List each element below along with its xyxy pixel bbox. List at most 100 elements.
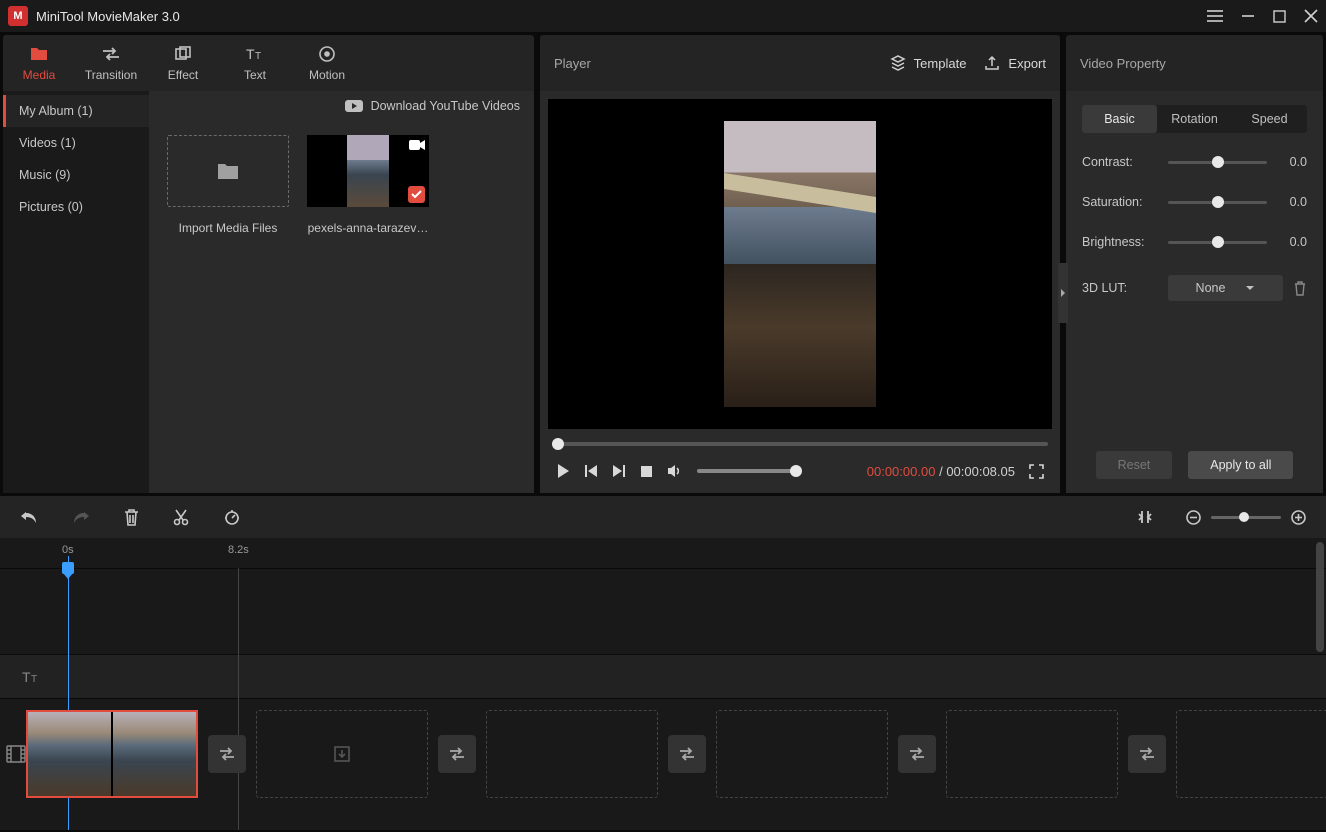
timeline-clip[interactable] [26, 710, 198, 798]
contrast-row: Contrast: 0.0 [1082, 155, 1307, 169]
cut-button[interactable] [173, 509, 189, 526]
export-icon [984, 55, 1000, 71]
video-property-panel: Video Property Basic Rotation Speed Cont… [1066, 35, 1323, 493]
tab-rotation[interactable]: Rotation [1157, 105, 1232, 133]
volume-icon[interactable] [667, 464, 683, 478]
empty-clip-slot[interactable] [486, 710, 658, 798]
text-track-icon: TT [22, 669, 40, 685]
app-logo: M [8, 6, 28, 26]
sidebar-item-pictures[interactable]: Pictures (0) [3, 191, 149, 223]
timeline-toolbar [0, 496, 1326, 538]
undo-button[interactable] [20, 510, 38, 524]
sidebar-item-myalbum[interactable]: My Album (1) [3, 95, 149, 127]
stop-button[interactable] [640, 465, 653, 478]
import-media-card[interactable]: Import Media Files [167, 135, 289, 235]
lut-row: 3D LUT: None [1082, 275, 1307, 301]
check-icon [408, 186, 425, 203]
sidebar-item-videos[interactable]: Videos (1) [3, 127, 149, 159]
close-icon[interactable] [1304, 9, 1318, 23]
video-track-icon [6, 745, 26, 763]
add-clip-icon [333, 745, 351, 763]
brightness-slider[interactable] [1168, 241, 1267, 244]
svg-text:T: T [31, 674, 37, 685]
media-panel: Media Transition Effect TT Text Motion M… [3, 35, 534, 493]
fullscreen-button[interactable] [1029, 464, 1044, 479]
tab-speed[interactable]: Speed [1232, 105, 1307, 133]
timeline-ruler[interactable]: 0s 8.2s [0, 538, 1326, 568]
empty-clip-slot[interactable] [716, 710, 888, 798]
transition-slot-button[interactable] [208, 735, 246, 773]
time-display: 00:00:00.00 / 00:00:08.05 [867, 464, 1015, 479]
zoom-slider[interactable] [1211, 516, 1281, 519]
empty-clip-slot[interactable] [946, 710, 1118, 798]
media-sidebar: My Album (1) Videos (1) Music (9) Pictur… [3, 91, 149, 493]
timeline-body[interactable]: 0s 8.2s TT [0, 538, 1326, 830]
transition-icon [101, 44, 121, 64]
template-button[interactable]: Template [890, 55, 967, 71]
main-toolbar: Media Transition Effect TT Text Motion [3, 35, 534, 91]
svg-text:T: T [22, 669, 31, 685]
app-title: MiniTool MovieMaker 3.0 [36, 9, 1207, 24]
saturation-slider[interactable] [1168, 201, 1267, 204]
tab-motion[interactable]: Motion [291, 35, 363, 91]
maximize-icon[interactable] [1273, 10, 1286, 23]
media-clip-card[interactable]: pexels-anna-tarazev… [307, 135, 429, 235]
empty-clip-slot[interactable] [1176, 710, 1326, 798]
property-tabs: Basic Rotation Speed [1082, 105, 1307, 133]
titlebar: M MiniTool MovieMaker 3.0 [0, 0, 1326, 32]
video-icon [409, 139, 425, 151]
tab-effect[interactable]: Effect [147, 35, 219, 91]
minimize-icon[interactable] [1241, 9, 1255, 23]
hamburger-icon[interactable] [1207, 9, 1223, 23]
text-icon: TT [246, 44, 264, 64]
delete-lut-button[interactable] [1293, 281, 1307, 296]
youtube-icon [345, 100, 363, 112]
download-youtube-link[interactable]: Download YouTube Videos [149, 91, 534, 121]
tab-text[interactable]: TT Text [219, 35, 291, 91]
lut-select[interactable]: None [1168, 275, 1283, 301]
transition-slot-button[interactable] [668, 735, 706, 773]
svg-text:T: T [246, 46, 255, 62]
motion-icon [318, 44, 336, 64]
brightness-value: 0.0 [1277, 235, 1307, 249]
folder-icon [216, 161, 240, 181]
saturation-row: Saturation: 0.0 [1082, 195, 1307, 209]
effect-icon [174, 44, 192, 64]
play-button[interactable] [556, 463, 570, 479]
next-frame-button[interactable] [612, 464, 626, 478]
export-button[interactable]: Export [984, 55, 1046, 71]
track-video[interactable] [0, 698, 1326, 808]
speed-button[interactable] [223, 509, 241, 525]
tab-transition[interactable]: Transition [75, 35, 147, 91]
brightness-row: Brightness: 0.0 [1082, 235, 1307, 249]
template-icon [890, 55, 906, 71]
video-preview[interactable] [548, 99, 1052, 429]
svg-text:T: T [255, 51, 261, 62]
transition-slot-button[interactable] [1128, 735, 1166, 773]
transition-slot-button[interactable] [438, 735, 476, 773]
seek-bar[interactable] [552, 442, 1048, 446]
fit-button[interactable] [1138, 509, 1152, 525]
chevron-down-icon [1245, 285, 1255, 291]
saturation-value: 0.0 [1277, 195, 1307, 209]
sidebar-item-music[interactable]: Music (9) [3, 159, 149, 191]
tab-media[interactable]: Media [3, 35, 75, 91]
folder-icon [29, 44, 49, 64]
reset-button[interactable]: Reset [1096, 451, 1173, 479]
zoom-in-button[interactable] [1291, 510, 1306, 525]
redo-button[interactable] [72, 510, 90, 524]
transition-slot-button[interactable] [898, 735, 936, 773]
player-panel: Player Template Export [540, 35, 1060, 493]
tab-basic[interactable]: Basic [1082, 105, 1157, 133]
apply-all-button[interactable]: Apply to all [1188, 451, 1293, 479]
contrast-slider[interactable] [1168, 161, 1267, 164]
track-text[interactable]: TT [0, 654, 1326, 698]
zoom-out-button[interactable] [1186, 510, 1201, 525]
contrast-value: 0.0 [1277, 155, 1307, 169]
collapse-panel-button[interactable] [1058, 263, 1068, 323]
media-content: Download YouTube Videos Import Media Fil… [149, 91, 534, 493]
empty-clip-slot[interactable] [256, 710, 428, 798]
delete-button[interactable] [124, 509, 139, 526]
prev-frame-button[interactable] [584, 464, 598, 478]
volume-slider[interactable] [697, 469, 797, 473]
